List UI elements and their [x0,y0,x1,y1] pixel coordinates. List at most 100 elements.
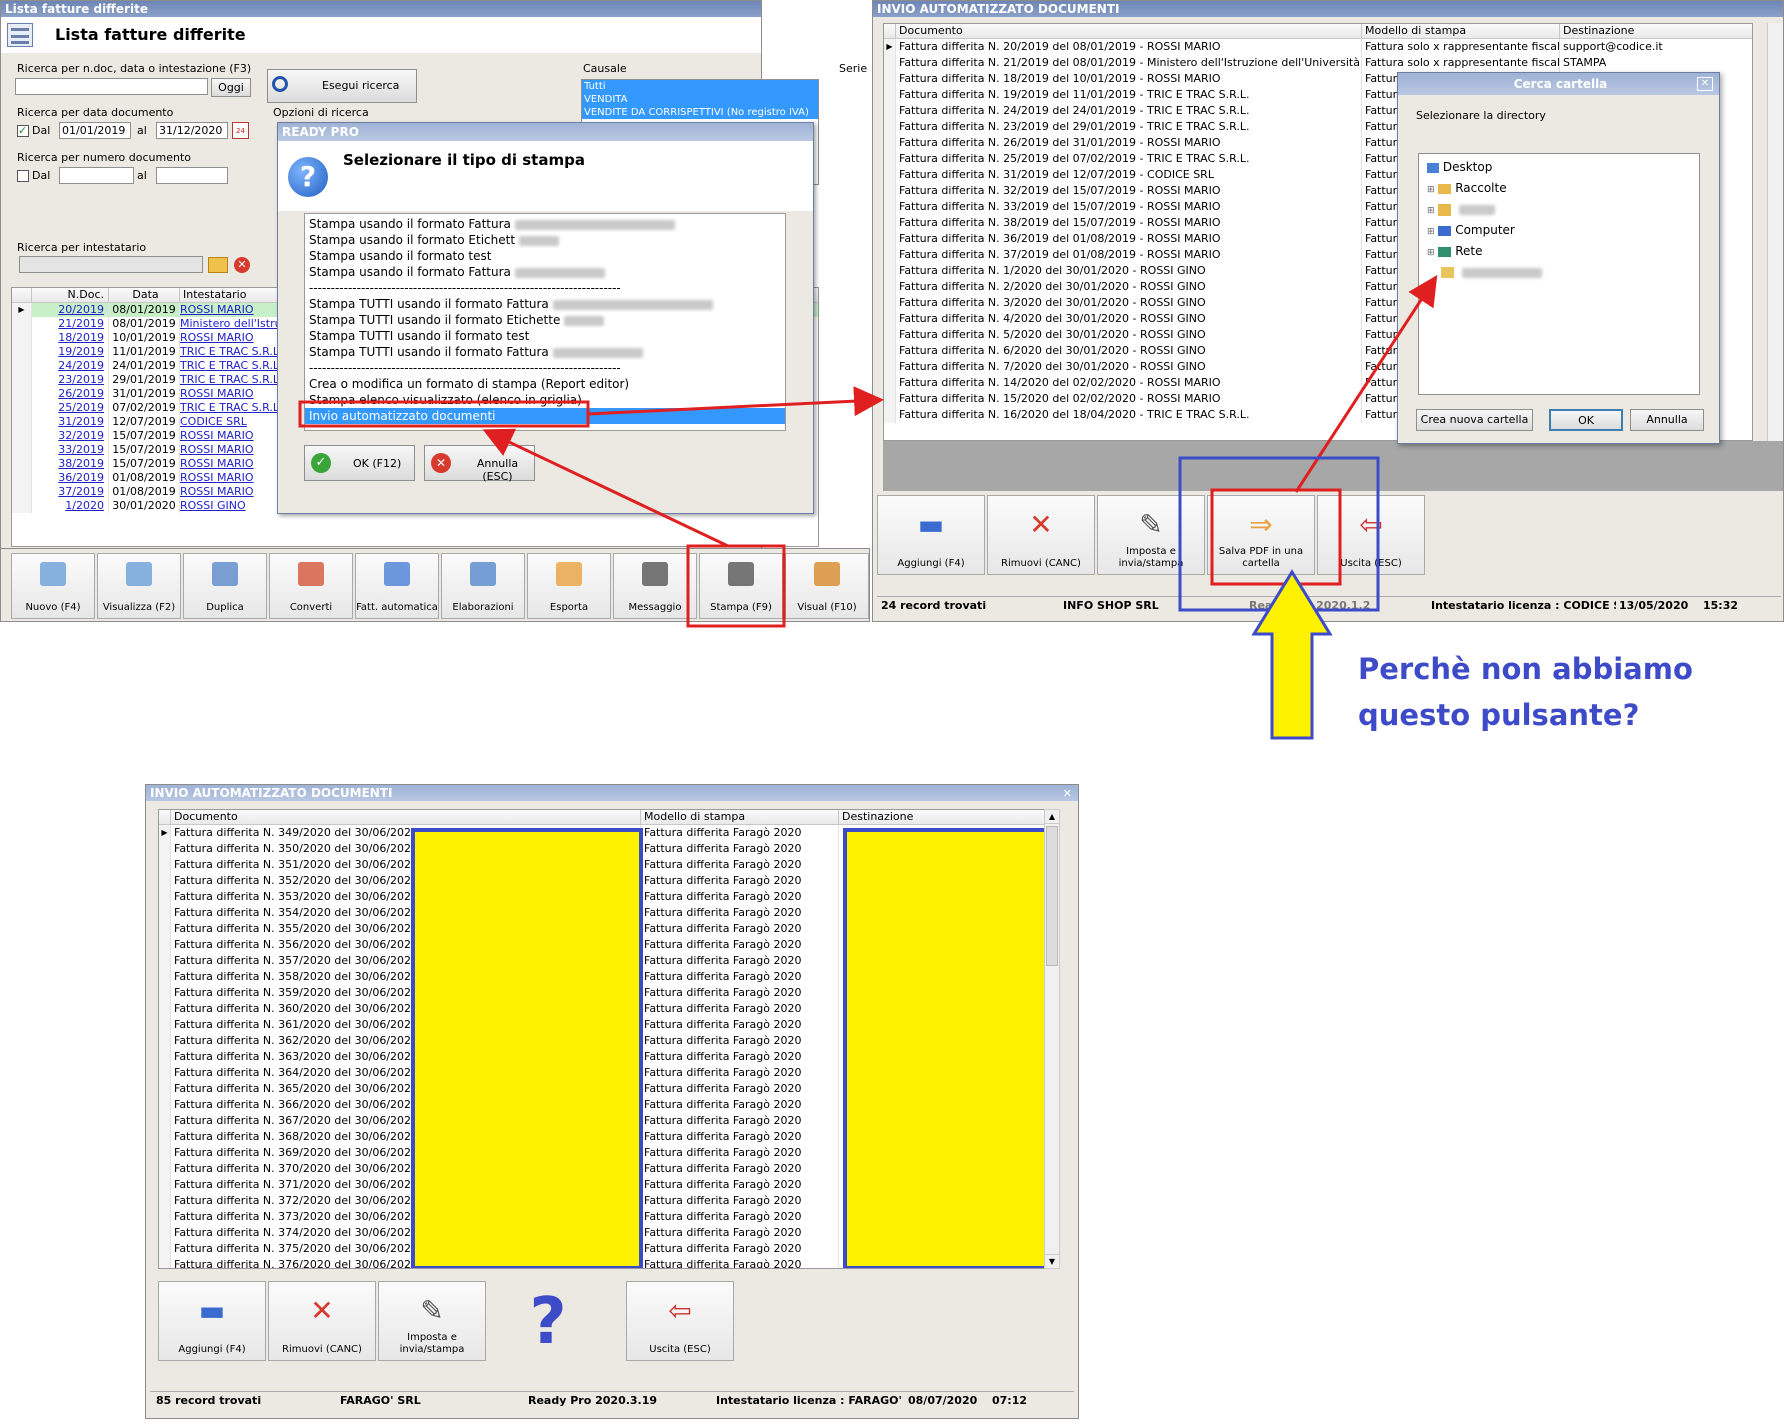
tree-item-rete[interactable]: ⊞ Rete [1427,244,1482,258]
numdoc-from-input[interactable] [59,167,134,184]
clear-icon[interactable]: ✕ [234,257,250,273]
tree-item-desktop[interactable]: Desktop [1427,160,1492,174]
ndoc-cell[interactable]: 20/2019 [32,303,109,317]
dal-checkbox[interactable]: ✓ [17,125,29,137]
ndoc-cell[interactable]: 25/2019 [32,401,109,415]
search-input[interactable] [15,78,208,95]
stampa-options-list[interactable]: Stampa usando il formato Fattura Stampa u… [304,213,786,431]
ndoc-cell[interactable]: 26/2019 [32,387,109,401]
table-row[interactable]: ▶ Fattura differita N. 20/2019 del 08/01/… [884,39,1752,55]
causale-item[interactable]: Tutti [582,80,818,93]
folder-icon[interactable] [208,257,228,273]
toolbar-button[interactable]: Converti [269,553,353,619]
crea-cartella-button[interactable]: Crea nuova cartella [1416,409,1533,431]
folder-tree[interactable]: Desktop ⊞ Raccolte ⊞ ⊞ Computer ⊞ Rete [1418,153,1700,395]
ndoc-cell[interactable]: 32/2019 [32,429,109,443]
ndoc-cell[interactable]: 18/2019 [32,331,109,345]
action-button[interactable]: ✎ Imposta e invia/stampa [378,1281,486,1361]
stampa-option[interactable]: Stampa TUTTI usando il formato test [305,328,785,344]
toolbar-icon [384,562,410,586]
scroll-up-icon[interactable]: ▲ [1045,810,1059,824]
action-button[interactable]: ⇦ Uscita (ESC) [1317,495,1425,575]
scroll-thumb[interactable] [1046,826,1058,966]
stampa-option[interactable]: Stampa usando il formato Fattura [305,216,785,232]
stampa-option[interactable]: Crea o modifica un formato di stampa (Re… [305,376,785,392]
tree-item-raccolte[interactable]: ⊞ Raccolte [1427,181,1507,195]
ndoc-cell[interactable]: 1/2020 [32,499,109,513]
col-data[interactable]: Data [109,288,180,303]
toolbar-button[interactable]: Stampa (F9) [699,553,783,619]
action-button[interactable]: ✎ Imposta e invia/stampa [1097,495,1205,575]
ndoc-cell[interactable]: 37/2019 [32,485,109,499]
causale-item[interactable]: VENDITA [582,93,818,106]
documents-grid[interactable]: Documento Modello di stampa Destinazione… [158,809,1052,1269]
col-documento[interactable]: Documento [171,810,641,825]
documento-cell: Fattura differita N. 16/2020 del 18/04/2… [896,407,1362,423]
stampa-option[interactable]: Stampa TUTTI usando il formato Etichette [305,312,785,328]
tree-item-user[interactable]: ⊞ [1427,202,1496,216]
action-button[interactable]: ✕ Rimuovi (CANC) [987,495,1095,575]
action-button[interactable]: ▬ Aggiungi (F4) [158,1281,266,1361]
annulla-button[interactable]: ✕ Annulla (ESC) [424,445,535,483]
scroll-down-icon[interactable]: ▼ [1045,1254,1059,1268]
stampa-option[interactable]: Stampa usando il formato Etichett [305,232,785,248]
action-button[interactable]: ⇦ Uscita (ESC) [626,1281,734,1361]
esegui-ricerca-button[interactable]: Esegui ricerca [267,69,417,103]
documento-cell: Fattura differita N. 25/2019 del 07/02/2… [896,151,1362,167]
col-documento[interactable]: Documento [896,24,1362,39]
stampa-option[interactable]: Stampa usando il formato test [305,248,785,264]
oggi-button[interactable]: Oggi [211,78,251,97]
date-from-input[interactable]: 01/01/2019 [59,122,131,139]
toolbar-button[interactable]: Visual (F10) [785,553,869,619]
tree-item-folder[interactable] [1441,265,1542,279]
ndoc-cell[interactable]: 36/2019 [32,471,109,485]
table-row[interactable]: Fattura differita N. 21/2019 del 08/01/2… [884,55,1752,71]
toolbar-button[interactable]: Visualizza (F2) [97,553,181,619]
ndoc-cell[interactable]: 24/2019 [32,359,109,373]
stampa-option-label: Stampa usando il formato Fattura [309,265,511,279]
close-icon[interactable]: ✕ [1063,787,1072,800]
scrollbar[interactable]: ▲ ▼ [1044,809,1060,1269]
toolbar-button[interactable]: Fatt. automatica [355,553,439,619]
col-ndoc[interactable]: N.Doc. [32,288,109,303]
calendar-icon[interactable]: 24 [232,122,249,139]
numdoc-to-input[interactable] [156,167,228,184]
ndoc-cell[interactable]: 21/2019 [32,317,109,331]
col-destinazione[interactable]: Destinazione [839,810,1051,825]
annulla-button[interactable]: Annulla [1630,409,1704,431]
toolbar-button[interactable]: Esporta [527,553,611,619]
ndoc-cell[interactable]: 33/2019 [32,443,109,457]
toolbar-button[interactable]: Nuovo (F4) [11,553,95,619]
toolbar-button[interactable]: Duplica [183,553,267,619]
documento-cell: Fattura differita N. 14/2020 del 02/02/2… [896,375,1362,391]
col-modello[interactable]: Modello di stampa [1362,24,1560,39]
toolbar-button[interactable]: Messaggio [613,553,697,619]
close-icon[interactable]: ✕ [1697,77,1713,91]
tree-item-computer[interactable]: ⊞ Computer [1427,223,1515,237]
date-to-input[interactable]: 31/12/2020 [156,122,228,139]
stampa-option[interactable]: Stampa TUTTI usando il formato Fattura [305,296,785,312]
stampa-option[interactable]: Stampa elenco visualizzato (elenco in gr… [305,392,785,408]
ndoc-cell[interactable]: 31/2019 [32,415,109,429]
ndoc-cell[interactable]: 38/2019 [32,457,109,471]
toolbar-button[interactable]: Elaborazioni [441,553,525,619]
data-cell: 15/07/2019 [109,443,180,457]
causale-item[interactable]: VENDITE DA CORRISPETTIVI (No registro IV… [582,106,818,119]
action-button[interactable]: ⇒ Salva PDF in una cartella [1207,495,1315,575]
action-button[interactable]: ▬ Aggiungi (F4) [877,495,985,575]
ok-button[interactable]: ✓ OK (F12) [304,445,415,481]
ndoc-cell[interactable]: 23/2019 [32,373,109,387]
stampa-option[interactable]: ----------------------------------------… [305,280,785,296]
scrollbar[interactable] [1767,23,1783,441]
col-modello[interactable]: Modello di stampa [641,810,839,825]
stampa-option[interactable]: Stampa usando il formato Fattura [305,264,785,280]
numdoc-checkbox[interactable] [17,170,29,182]
stampa-option[interactable]: Stampa TUTTI usando il formato Fattura [305,344,785,360]
stampa-option[interactable]: Invio automatizzato documenti [305,408,785,424]
ok-button[interactable]: OK [1549,409,1623,431]
col-destinazione[interactable]: Destinazione [1560,24,1752,39]
ndoc-cell[interactable]: 19/2019 [32,345,109,359]
action-button[interactable]: ✕ Rimuovi (CANC) [268,1281,376,1361]
stampa-option[interactable]: ----------------------------------------… [305,360,785,376]
intestatario-input[interactable] [19,256,203,273]
